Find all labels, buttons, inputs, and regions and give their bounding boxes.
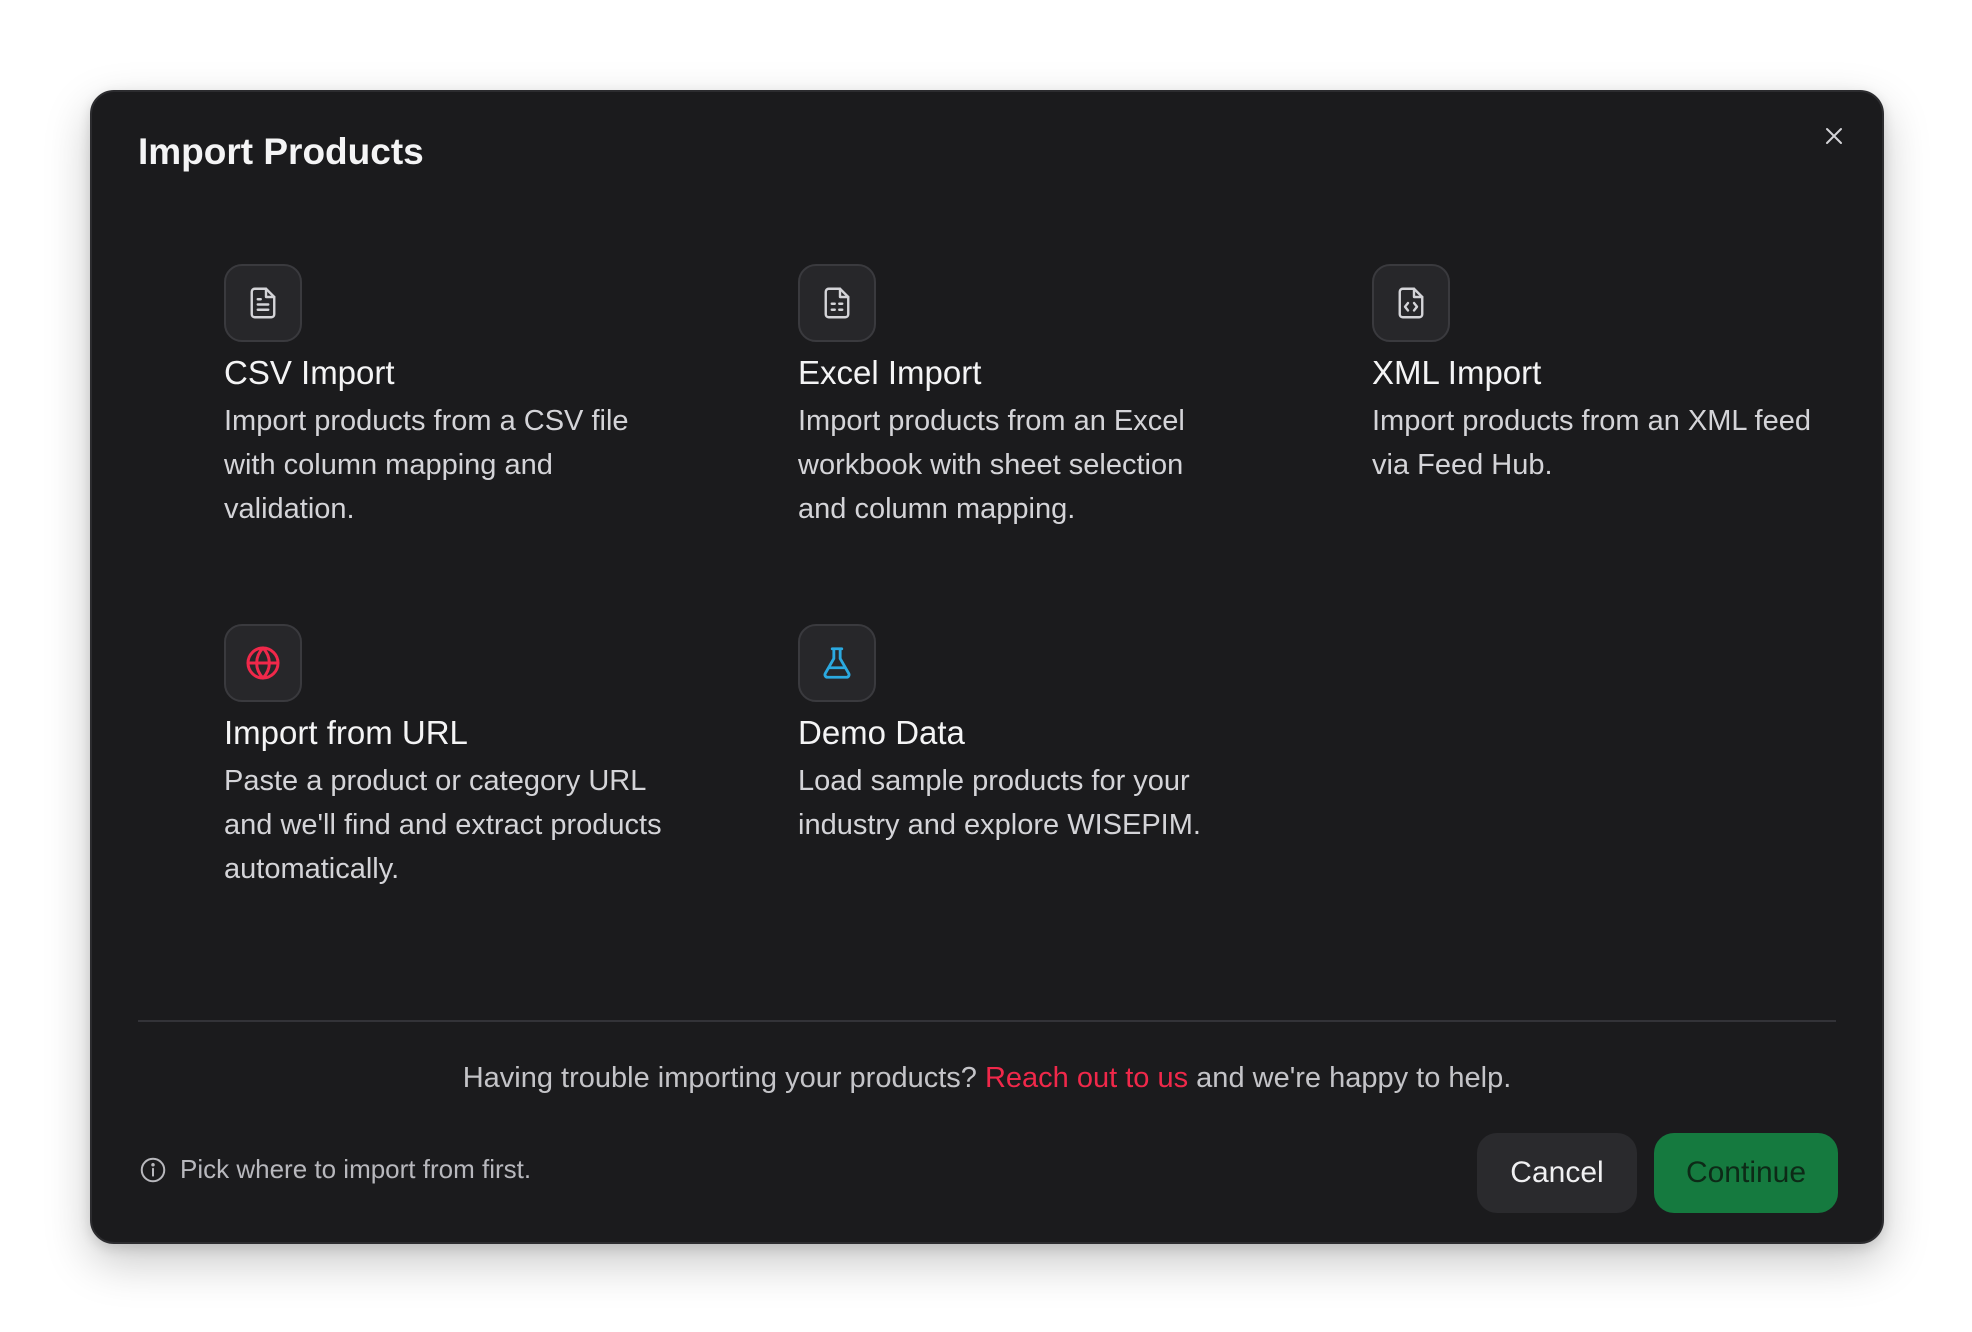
option-description: Import products from an XML feed via Fee… (1372, 404, 1811, 481)
globe-icon (246, 646, 280, 680)
close-icon (1826, 128, 1842, 144)
file-code-icon (1398, 287, 1424, 319)
option-demo-data[interactable]: Demo Data Load sample products for your … (798, 624, 1248, 847)
continue-button[interactable]: Continue (1654, 1133, 1838, 1213)
file-spreadsheet-icon (824, 287, 850, 319)
hint-text: Pick where to import from first. (180, 1154, 532, 1184)
option-xml-import[interactable]: XML Import Import products from an XML f… (1372, 264, 1822, 487)
option-title: Demo Data (798, 714, 965, 751)
option-title: XML Import (1372, 354, 1542, 391)
option-description: Load sample products for your industry a… (798, 764, 1201, 841)
import-products-dialog: Import Products CSV Import Import produc… (90, 90, 1884, 1244)
icon-tile (798, 624, 876, 702)
icon-tile (1372, 264, 1450, 342)
option-import-from-url[interactable]: Import from URL Paste a product or categ… (224, 624, 674, 891)
option-title: Excel Import (798, 354, 982, 391)
file-text-icon (250, 287, 276, 319)
option-description: Import products from a CSV file with col… (224, 404, 629, 525)
info-icon (138, 1155, 168, 1185)
option-excel-import[interactable]: Excel Import Import products from an Exc… (798, 264, 1248, 531)
help-text-suffix: and we're happy to help. (1188, 1062, 1512, 1094)
selection-hint: Pick where to import from first. (138, 1154, 531, 1185)
icon-tile (798, 264, 876, 342)
icon-tile (224, 624, 302, 702)
option-description: Import products from an Excel workbook w… (798, 404, 1185, 525)
contact-link[interactable]: Reach out to us (985, 1062, 1188, 1094)
option-csv-import[interactable]: CSV Import Import products from a CSV fi… (224, 264, 674, 531)
option-description: Paste a product or category URL and we'l… (224, 764, 662, 885)
close-button[interactable] (1812, 114, 1856, 158)
help-text-prefix: Having trouble importing your products? (462, 1062, 985, 1094)
help-message: Having trouble importing your products? … (92, 1058, 1882, 1099)
icon-tile (224, 264, 302, 342)
cancel-button[interactable]: Cancel (1477, 1133, 1637, 1213)
option-title: Import from URL (224, 714, 468, 751)
option-title: CSV Import (224, 354, 395, 391)
flask-icon (823, 647, 851, 679)
footer-divider (138, 1020, 1836, 1022)
dialog-title: Import Products (138, 131, 424, 172)
